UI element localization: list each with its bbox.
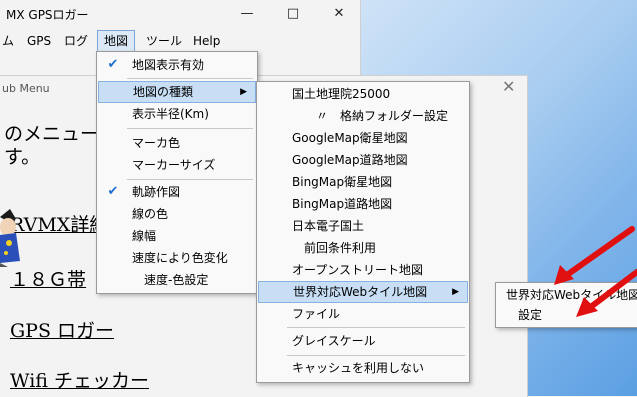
- menu-item-previous-conditions[interactable]: 前回条件利用: [258, 237, 468, 259]
- menu-item-label: 軌跡作図: [132, 185, 181, 199]
- menu-item-label: 〃 格納フォルダー設定: [316, 109, 449, 123]
- menu-item-map-enabled[interactable]: ✔ 地図表示有効: [98, 54, 256, 76]
- menu-item-grayscale[interactable]: グレイスケール: [258, 330, 468, 352]
- menu-item-label: GoogleMap衛星地図: [292, 131, 408, 145]
- menu-item-openstreetmap[interactable]: オープンストリート地図: [258, 259, 468, 281]
- menu-item-label: 線幅: [132, 229, 157, 243]
- menu-item-storage-folder[interactable]: 〃 格納フォルダー設定: [258, 105, 468, 127]
- link-gps-logger[interactable]: GPS ロガー: [10, 316, 114, 343]
- menu-item-label: ファイル: [292, 307, 341, 321]
- menu-help[interactable]: Help: [187, 30, 226, 52]
- menu-item-map-type[interactable]: 地図の種類 ▶: [98, 81, 256, 103]
- menu-item-display-radius[interactable]: 表示半径(Km): [98, 103, 256, 125]
- menu-item-label: オープンストリート地図: [292, 263, 424, 277]
- menu-item-label: 速度-色設定: [144, 273, 209, 287]
- map-type-submenu: 国土地理院25000 〃 格納フォルダー設定 GoogleMap衛星地図 Goo…: [256, 81, 470, 383]
- menu-item-label: グレイスケール: [292, 334, 376, 348]
- menu-item-label: 国土地理院25000: [292, 87, 391, 101]
- annotation-arrows: [554, 226, 637, 317]
- annotation-arrow-upper-line: [561, 226, 635, 280]
- menu-item-label: BingMap道路地図: [292, 197, 393, 211]
- menu-item-label: 速度により色変化: [132, 251, 228, 265]
- menu-file[interactable]: ム: [0, 30, 20, 52]
- menu-bar: ム GPS ログ 地図 ツール Help: [0, 30, 360, 52]
- intro-text-line2: す。: [4, 146, 41, 168]
- menu-item-file[interactable]: ファイル: [258, 303, 468, 325]
- menu-separator: [287, 355, 465, 356]
- menu-item-label: マーカーサイズ: [132, 158, 216, 172]
- check-icon: ✔: [107, 57, 119, 72]
- menu-item-japan-electronic-map[interactable]: 日本電子国土: [258, 215, 468, 237]
- menu-item-gsi-25000[interactable]: 国土地理院25000: [258, 83, 468, 105]
- annotation-arrow-lower-line: [585, 269, 637, 312]
- menu-item-label: GoogleMap道路地図: [292, 153, 408, 167]
- menu-item-label: 日本電子国土: [292, 219, 365, 233]
- menu-item-label: 前回条件利用: [304, 241, 377, 255]
- menu-separator: [127, 78, 253, 79]
- menu-item-world-web-tile[interactable]: 世界対応Webタイル地図 ▶: [258, 281, 468, 303]
- menu-item-line-color[interactable]: 線の色: [98, 203, 256, 225]
- menu-item-google-satellite[interactable]: GoogleMap衛星地図: [258, 127, 468, 149]
- link-wifi-checker[interactable]: Wifi チェッカー: [10, 366, 149, 393]
- menu-item-label: BingMap衛星地図: [292, 175, 393, 189]
- menu-item-marker-color[interactable]: マーカ色: [98, 132, 256, 154]
- link-18g-band[interactable]: １８Ｇ帯: [10, 265, 86, 292]
- submenu-arrow-icon: ▶: [240, 87, 247, 97]
- menu-separator: [127, 179, 253, 180]
- sub-window-title: ub Menu: [2, 82, 50, 95]
- map-menu: ✔ 地図表示有効 地図の種類 ▶ 表示半径(Km) マーカ色 マーカーサイズ ✔…: [96, 51, 258, 294]
- close-icon[interactable]: ✕: [502, 77, 515, 96]
- maximize-icon[interactable]: □: [270, 0, 316, 28]
- menu-item-label: キャッシュを利用しない: [292, 361, 425, 375]
- menu-map[interactable]: 地図: [97, 30, 136, 52]
- menu-item-label: 地図表示有効: [132, 58, 205, 72]
- menu-tools[interactable]: ツール: [140, 30, 188, 52]
- menu-log[interactable]: ログ: [58, 30, 94, 52]
- close-icon[interactable]: ✕: [316, 0, 362, 28]
- check-icon: ✔: [107, 184, 119, 199]
- menu-item-speed-color-settings[interactable]: 速度-色設定: [98, 269, 256, 291]
- menu-item-bing-satellite[interactable]: BingMap衛星地図: [258, 171, 468, 193]
- menu-item-no-cache[interactable]: キャッシュを利用しない: [258, 357, 468, 379]
- menu-separator: [287, 327, 465, 328]
- submenu-arrow-icon: ▶: [452, 287, 459, 297]
- menu-item-track-draw[interactable]: ✔ 軌跡作図: [98, 181, 256, 203]
- menu-item-speed-color[interactable]: 速度により色変化: [98, 247, 256, 269]
- menu-item-label: 線の色: [132, 207, 169, 221]
- menu-item-line-width[interactable]: 線幅: [98, 225, 256, 247]
- menu-item-label: 地図の種類: [133, 85, 194, 99]
- menu-item-label: 世界対応Webタイル地図: [293, 285, 428, 299]
- menu-separator: [127, 128, 253, 129]
- menu-item-label: 表示半径(Km): [132, 107, 209, 121]
- menu-item-google-road[interactable]: GoogleMap道路地図: [258, 149, 468, 171]
- window-title: MX GPSロガー: [6, 8, 89, 22]
- menu-item-label: 設定: [518, 308, 543, 322]
- link-rvmx-detail[interactable]: RVMX詳細: [10, 210, 108, 237]
- title-bar: MX GPSロガー — □ ✕: [0, 0, 360, 28]
- mascot-image: [0, 209, 20, 267]
- menu-gps[interactable]: GPS: [21, 30, 57, 52]
- minimize-icon[interactable]: —: [224, 0, 270, 28]
- menu-item-bing-road[interactable]: BingMap道路地図: [258, 193, 468, 215]
- menu-item-label: マーカ色: [132, 136, 181, 150]
- menu-item-marker-size[interactable]: マーカーサイズ: [98, 154, 256, 176]
